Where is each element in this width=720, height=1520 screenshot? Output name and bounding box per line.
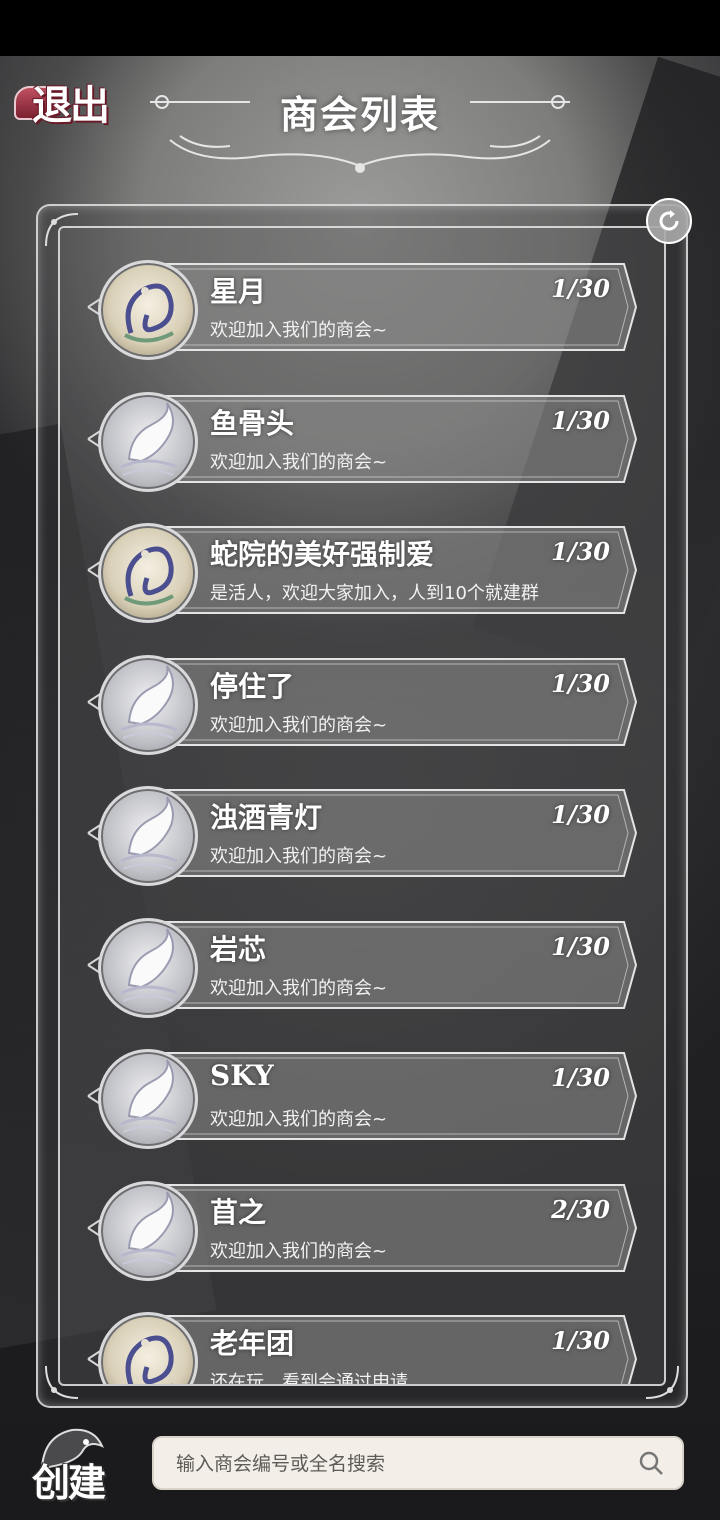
crane-emblem-icon bbox=[98, 1180, 198, 1281]
guild-member-count: 1/30 bbox=[551, 405, 610, 435]
guild-member-count: 1/30 bbox=[551, 668, 610, 698]
create-guild-button[interactable]: 创建 bbox=[24, 1422, 120, 1505]
guild-row[interactable]: SKY 1/30 欢迎加入我们的商会~ bbox=[84, 1049, 640, 1149]
guild-row[interactable]: 蛇院的美好强制爱 1/30 是活人，欢迎大家加入，人到10个就建群 bbox=[84, 523, 640, 623]
guild-description: 欢迎加入我们的商会~ bbox=[210, 320, 388, 341]
create-guild-label: 创建 bbox=[32, 1460, 106, 1505]
guild-description: 是活人，欢迎大家加入，人到10个就建群 bbox=[210, 583, 539, 604]
guild-row[interactable]: 星月 1/30 欢迎加入我们的商会~ bbox=[84, 260, 640, 360]
guild-member-count: 1/30 bbox=[551, 800, 610, 829]
guild-row[interactable]: 鱼骨头 1/30 欢迎加入我们的商会~ bbox=[84, 391, 640, 492]
guild-member-count: 1/30 bbox=[551, 274, 610, 303]
exit-button-label: 退出 bbox=[32, 82, 110, 129]
crane-emblem-icon bbox=[98, 786, 198, 886]
crane-emblem-icon bbox=[98, 1049, 198, 1149]
guild-description: 欢迎加入我们的商会~ bbox=[210, 1109, 388, 1130]
snake-emblem-icon bbox=[98, 523, 198, 623]
guild-description: 欢迎加入我们的商会~ bbox=[210, 714, 388, 736]
refresh-button[interactable] bbox=[646, 198, 692, 244]
guild-member-count: 1/30 bbox=[551, 1063, 610, 1092]
search-input[interactable] bbox=[174, 1438, 618, 1490]
crane-emblem-icon bbox=[98, 391, 198, 492]
title-banner: 商会列表 bbox=[140, 70, 580, 180]
guild-name: 停住了 bbox=[210, 669, 295, 703]
guild-list-viewport[interactable]: 星月 1/30 欢迎加入我们的商会~ 鱼骨头 1/30 欢迎加入我们的商会~ 蛇… bbox=[58, 226, 666, 1386]
guild-row[interactable]: 老年团 1/30 还在玩，看到会通过申请 bbox=[84, 1312, 640, 1386]
crane-emblem-icon bbox=[98, 654, 198, 755]
guild-name: 星月 bbox=[210, 275, 267, 308]
guild-member-count: 1/30 bbox=[551, 537, 610, 566]
guild-list-panel: 星月 1/30 欢迎加入我们的商会~ 鱼骨头 1/30 欢迎加入我们的商会~ 蛇… bbox=[36, 204, 688, 1408]
guild-description: 欢迎加入我们的商会~ bbox=[210, 977, 388, 999]
guild-member-count: 2/30 bbox=[551, 1194, 610, 1224]
guild-member-count: 1/30 bbox=[551, 1326, 610, 1355]
guild-name: 岩芯 bbox=[210, 932, 267, 966]
search-box bbox=[152, 1436, 684, 1490]
guild-description: 欢迎加入我们的商会~ bbox=[210, 846, 388, 867]
page-title: 商会列表 bbox=[279, 92, 440, 137]
search-icon[interactable] bbox=[638, 1450, 664, 1476]
crane-emblem-icon bbox=[98, 917, 198, 1018]
guild-row[interactable]: 岩芯 1/30 欢迎加入我们的商会~ bbox=[84, 917, 640, 1018]
guild-name: 苜之 bbox=[210, 1195, 267, 1229]
status-bar bbox=[0, 0, 720, 56]
exit-button[interactable]: 退出 bbox=[8, 74, 120, 130]
guild-member-count: 1/30 bbox=[551, 931, 610, 961]
guild-name: 蛇院的美好强制爱 bbox=[210, 538, 435, 571]
guild-row[interactable]: 苜之 2/30 欢迎加入我们的商会~ bbox=[84, 1180, 640, 1281]
guild-row[interactable]: 停住了 1/30 欢迎加入我们的商会~ bbox=[84, 654, 640, 755]
guild-name: 鱼骨头 bbox=[210, 406, 295, 440]
snake-emblem-icon bbox=[98, 260, 198, 360]
refresh-icon bbox=[659, 210, 679, 231]
guild-description: 还在玩，看到会通过申请 bbox=[210, 1372, 408, 1386]
guild-name: 浊酒青灯 bbox=[210, 801, 323, 834]
guild-name: SKY bbox=[210, 1059, 274, 1092]
guild-name: 老年团 bbox=[210, 1327, 295, 1360]
guild-row[interactable]: 浊酒青灯 1/30 欢迎加入我们的商会~ bbox=[84, 786, 640, 886]
guild-description: 欢迎加入我们的商会~ bbox=[210, 451, 388, 473]
guild-description: 欢迎加入我们的商会~ bbox=[210, 1240, 388, 1262]
